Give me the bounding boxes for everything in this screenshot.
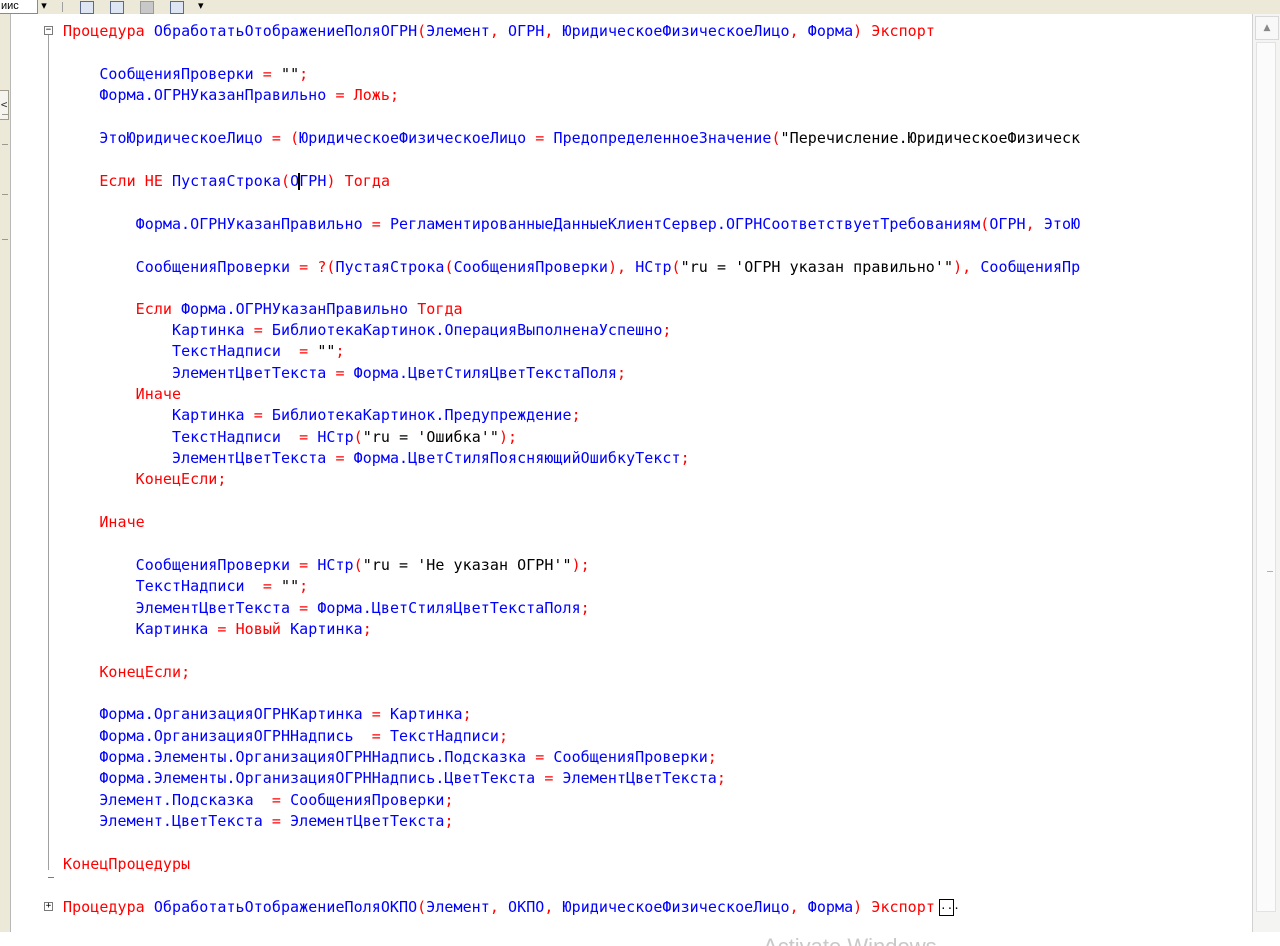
- code-line[interactable]: ЭтоЮридическоеЛицо = (ЮридическоеФизичес…: [63, 128, 1080, 149]
- code-line[interactable]: Форма.Элементы.ОрганизацияОГРННадпись.По…: [63, 747, 717, 768]
- code-line[interactable]: Форма.ОрганизацияОГРННадпись = ТекстНадп…: [63, 726, 508, 747]
- code-editor[interactable]: − + Процедура ОбработатьОтображениеПоляО…: [10, 14, 1253, 946]
- code-line[interactable]: ТекстНадписи = "";: [63, 341, 345, 362]
- fold-end-marker: [48, 877, 54, 878]
- code-line[interactable]: Форма.ОГРНУказанПравильно = Регламентиро…: [63, 214, 1080, 235]
- code-line[interactable]: ТекстНадписи = НСтр("ru = 'Ошибка'");: [63, 427, 517, 448]
- code-line[interactable]: Если Форма.ОГРНУказанПравильно Тогда: [63, 299, 463, 320]
- code-line[interactable]: Процедура ОбработатьОтображениеПоляОКПО(…: [63, 897, 960, 918]
- panel-mark: [2, 114, 8, 115]
- code-line[interactable]: КонецПроцедуры: [63, 854, 190, 875]
- code-line[interactable]: ЭлементЦветТекста = Форма.ЦветСтиляЦветТ…: [63, 363, 626, 384]
- chevron-down-icon[interactable]: ▾: [38, 0, 50, 13]
- toolbar-separator: [62, 2, 63, 12]
- code-line[interactable]: Форма.Элементы.ОрганизацияОГРННадпись.Цв…: [63, 768, 726, 789]
- code-line[interactable]: КонецЕсли;: [63, 469, 227, 490]
- list-icon[interactable]: [170, 1, 184, 14]
- settings-icon[interactable]: [140, 1, 154, 14]
- code-line[interactable]: Если НЕ ПустаяСтрока(ОГРН) Тогда: [63, 171, 390, 192]
- collapsed-block-marker[interactable]: ...: [938, 899, 960, 916]
- panel-mark: [2, 194, 8, 195]
- copy-module-icon[interactable]: [110, 1, 124, 14]
- code-line[interactable]: Элемент.Подсказка = СообщенияПроверки;: [63, 790, 454, 811]
- toolbar-combo[interactable]: иис: [0, 0, 38, 14]
- code-line[interactable]: Картинка = БиблиотекаКартинок.Предупрежд…: [63, 405, 581, 426]
- code-line[interactable]: Картинка = БиблиотекаКартинок.ОперацияВы…: [63, 320, 672, 341]
- scrollbar-thumb[interactable]: [1256, 42, 1276, 912]
- panel-mark: [2, 239, 8, 240]
- code-line[interactable]: Процедура ОбработатьОтображениеПоляОГРН(…: [63, 21, 935, 42]
- code-line[interactable]: СообщенияПроверки = НСтр("ru = 'Не указа…: [63, 555, 590, 576]
- code-line[interactable]: СообщенияПроверки = ?(ПустаяСтрока(Сообщ…: [63, 257, 1081, 278]
- collapse-icon[interactable]: −: [44, 26, 53, 35]
- code-line[interactable]: СообщенияПроверки = "";: [63, 64, 308, 85]
- code-line[interactable]: Форма.ОрганизацияОГРНКартинка = Картинка…: [63, 704, 472, 725]
- code-line[interactable]: ТекстНадписи = "";: [63, 576, 309, 597]
- code-line[interactable]: КонецЕсли;: [63, 662, 190, 683]
- panel-mark: [2, 144, 8, 145]
- activation-watermark: Activate Windows: [763, 932, 937, 946]
- code-line[interactable]: Элемент.ЦветТекста = ЭлементЦветТекста;: [63, 811, 454, 832]
- scrollbar-grip: [1267, 571, 1273, 572]
- more-chevron-icon[interactable]: ▾: [198, 0, 208, 13]
- code-line[interactable]: Форма.ОГРНУказанПравильно = Ложь;: [63, 85, 399, 106]
- expand-icon[interactable]: +: [44, 902, 53, 911]
- panel-collapse-tab[interactable]: <: [0, 90, 9, 120]
- code-line[interactable]: Иначе: [63, 512, 145, 533]
- vertical-scrollbar[interactable]: ▲: [1252, 14, 1280, 932]
- toolbar: иис ▾ ▾: [0, 0, 1280, 15]
- fold-guide: [48, 28, 49, 870]
- scroll-up-icon[interactable]: ▲: [1255, 16, 1279, 40]
- code-line[interactable]: ЭлементЦветТекста = Форма.ЦветСтиляПоясн…: [63, 448, 690, 469]
- new-module-icon[interactable]: [80, 1, 94, 14]
- code-line[interactable]: ЭлементЦветТекста = Форма.ЦветСтиляЦветТ…: [63, 598, 590, 619]
- code-line[interactable]: Картинка = Новый Картинка;: [63, 619, 372, 640]
- code-line[interactable]: Иначе: [63, 384, 181, 405]
